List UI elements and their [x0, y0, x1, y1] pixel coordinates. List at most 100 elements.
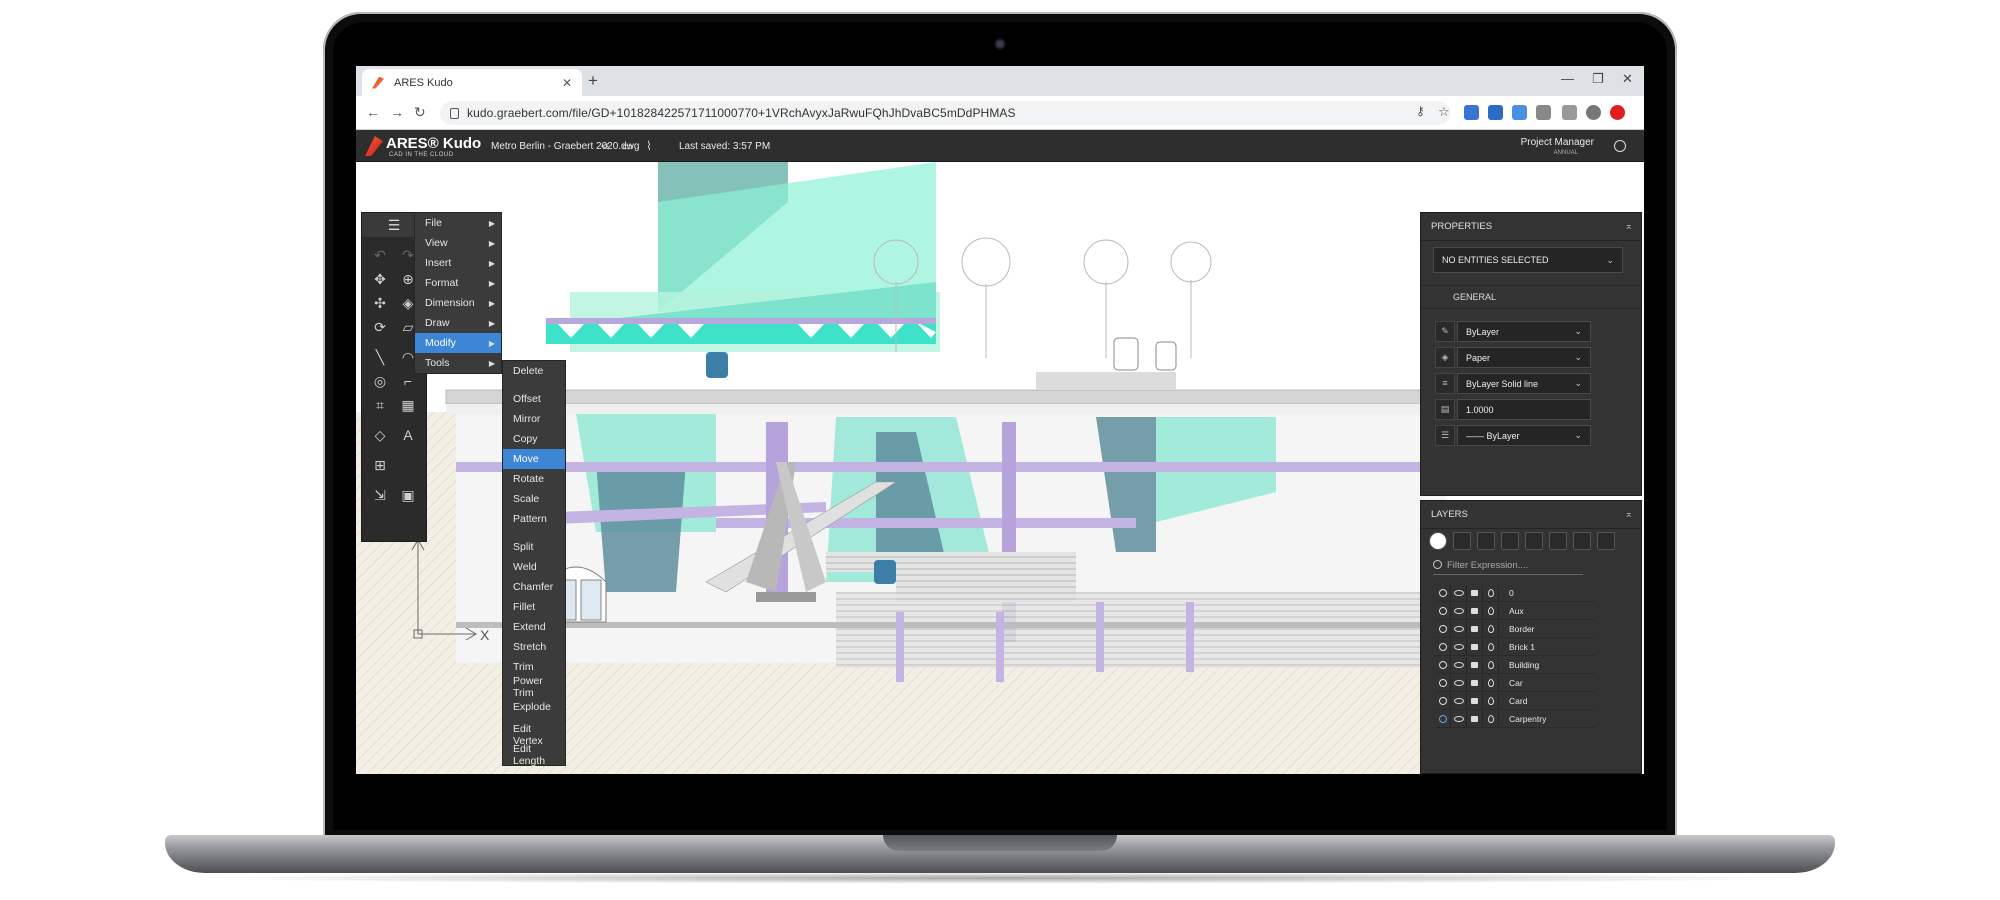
general-section-header[interactable]: GENERAL	[1421, 285, 1641, 309]
pan-icon[interactable]: ✥	[368, 267, 392, 291]
user-account-icon[interactable]	[1614, 140, 1626, 152]
current-layer-color-icon[interactable]	[1429, 532, 1447, 550]
modify-trim[interactable]: Trim	[503, 657, 565, 677]
eye-icon	[1453, 698, 1464, 704]
extension-icon[interactable]	[1562, 105, 1577, 120]
maximize-button[interactable]: ❐	[1592, 71, 1604, 87]
back-arrow-icon[interactable]: ←	[366, 104, 380, 120]
share-icon[interactable]: ⋖	[600, 139, 610, 153]
menu-item-tools[interactable]: Tools ▶	[415, 353, 501, 373]
modify-edit-vertex[interactable]: Edit Vertex	[503, 723, 565, 747]
modify-offset[interactable]: Offset	[503, 389, 565, 409]
extension-icon[interactable]	[1512, 105, 1527, 120]
property-lineweight-row: ☰ —— ByLayer ⌄	[1435, 425, 1593, 446]
layer-filter-input[interactable]: Filter Expression....	[1433, 557, 1583, 575]
undo-icon[interactable]: ↶	[368, 243, 392, 267]
new-layer-icon[interactable]	[1501, 532, 1519, 550]
eraser-icon[interactable]: ◇	[368, 423, 392, 447]
layer-states-icon[interactable]	[1477, 532, 1495, 550]
linetype-scale-field[interactable]: 1.0000	[1457, 399, 1591, 420]
layer-row[interactable]: 0	[1435, 584, 1595, 602]
text-tool-icon[interactable]: A	[396, 423, 420, 447]
layer-row[interactable]: Building	[1435, 656, 1595, 674]
orbit-icon[interactable]: ✣	[368, 291, 392, 315]
layer-on-icon	[1438, 607, 1447, 615]
modify-rotate[interactable]: Rotate	[503, 469, 565, 489]
extension-icon[interactable]	[1464, 105, 1479, 120]
forward-arrow-icon[interactable]: →	[390, 104, 404, 120]
modify-chamfer[interactable]: Chamfer	[503, 577, 565, 597]
layer-row[interactable]: Carpentry	[1435, 710, 1595, 728]
modify-copy[interactable]: Copy	[503, 429, 565, 449]
modify-power-trim[interactable]: Power Trim	[503, 675, 565, 699]
eye-icon	[1453, 662, 1464, 668]
more-options-icon[interactable]	[1597, 532, 1615, 550]
user-name[interactable]: Project Manager	[1521, 137, 1594, 148]
modify-move[interactable]: Move	[503, 449, 565, 469]
lineweight-dropdown[interactable]: —— ByLayer ⌄	[1457, 425, 1591, 446]
close-window-button[interactable]: ✕	[1622, 71, 1633, 87]
save-icon[interactable]: ▣	[396, 483, 420, 507]
selection-dropdown[interactable]: NO ENTITIES SELECTED ⌄	[1433, 247, 1623, 273]
modify-weld[interactable]: Weld	[503, 557, 565, 577]
browser-tab[interactable]: ARES Kudo ✕	[362, 69, 582, 96]
layer-row[interactable]: Border	[1435, 620, 1595, 638]
crop-tool-icon[interactable]: ⌗	[368, 393, 392, 417]
menu-item-file[interactable]: File ▶	[415, 213, 501, 233]
color-dropdown[interactable]: ByLayer ⌄	[1457, 321, 1591, 342]
extension-icon[interactable]	[1536, 105, 1551, 120]
linetype-dropdown[interactable]: ByLayer Solid line ⌄	[1457, 373, 1591, 394]
layer-settings-icon[interactable]	[1549, 532, 1567, 550]
modify-mirror[interactable]: Mirror	[503, 409, 565, 429]
hatch-tool-icon[interactable]: ▦	[396, 393, 420, 417]
delete-layer-icon[interactable]	[1525, 532, 1543, 550]
key-icon[interactable]: ⚷	[1416, 104, 1425, 118]
bookmark-star-icon[interactable]: ☆	[1438, 104, 1450, 120]
profile-avatar[interactable]	[1586, 105, 1601, 120]
layer-filter-icon[interactable]	[1453, 532, 1471, 550]
comment-icon[interactable]: ▭	[622, 139, 633, 153]
minimize-button[interactable]: —	[1561, 71, 1574, 86]
modify-fillet[interactable]: Fillet	[503, 597, 565, 617]
color-drop-icon	[1487, 589, 1494, 597]
modify-extend[interactable]: Extend	[503, 617, 565, 637]
markup-icon[interactable]: ⌇	[646, 139, 652, 153]
collapse-panel-icon[interactable]: ⌅	[1625, 509, 1633, 520]
layer-row[interactable]: Car	[1435, 674, 1595, 692]
line-tool-icon[interactable]: ╲	[368, 345, 392, 369]
modify-scale[interactable]: Scale	[503, 489, 565, 509]
circle-tool-icon[interactable]: ◎	[368, 369, 392, 393]
reload-icon[interactable]: ↻	[414, 104, 426, 121]
layer-row[interactable]: Aux	[1435, 602, 1595, 620]
rotate-tool-icon[interactable]: ⟳	[368, 315, 392, 339]
layer-row[interactable]: Card	[1435, 692, 1595, 710]
layer-dropdown[interactable]: Paper ⌄	[1457, 347, 1591, 368]
eye-icon	[1453, 644, 1464, 650]
property-layer-row: ◈ Paper ⌄	[1435, 347, 1593, 368]
menu-item-dimension[interactable]: Dimension ▶	[415, 293, 501, 313]
address-bar[interactable]: kudo.graebert.com/file/GD+10182842257171…	[440, 101, 1450, 125]
opera-icon[interactable]	[1610, 105, 1625, 120]
modify-explode[interactable]: Explode	[503, 697, 565, 717]
menu-item-draw[interactable]: Draw ▶	[415, 313, 501, 333]
new-tab-button[interactable]: +	[588, 71, 598, 91]
menu-item-view[interactable]: View ▶	[415, 233, 501, 253]
layer-row[interactable]: Brick 1	[1435, 638, 1595, 656]
block-tool-icon[interactable]: ⊞	[368, 453, 392, 477]
modify-stretch[interactable]: Stretch	[503, 637, 565, 657]
app-tagline: CAD IN THE CLOUD	[389, 152, 454, 158]
collapse-panel-icon[interactable]: ⌅	[1625, 221, 1633, 232]
menu-item-format[interactable]: Format ▶	[415, 273, 501, 293]
modify-delete[interactable]: Delete	[503, 361, 565, 381]
tab-close-icon[interactable]: ✕	[562, 76, 572, 90]
lock-icon	[1471, 644, 1478, 650]
modify-edit-length[interactable]: Edit Length	[503, 743, 565, 767]
lock-icon	[1471, 626, 1478, 632]
export-icon[interactable]: ⇲	[368, 483, 392, 507]
layer-isolate-icon[interactable]	[1573, 532, 1591, 550]
menu-item-insert[interactable]: Insert ▶	[415, 253, 501, 273]
modify-split[interactable]: Split	[503, 537, 565, 557]
menu-item-modify[interactable]: Modify ▶	[415, 333, 501, 353]
extension-icon[interactable]	[1488, 105, 1503, 120]
modify-pattern[interactable]: Pattern	[503, 509, 565, 529]
